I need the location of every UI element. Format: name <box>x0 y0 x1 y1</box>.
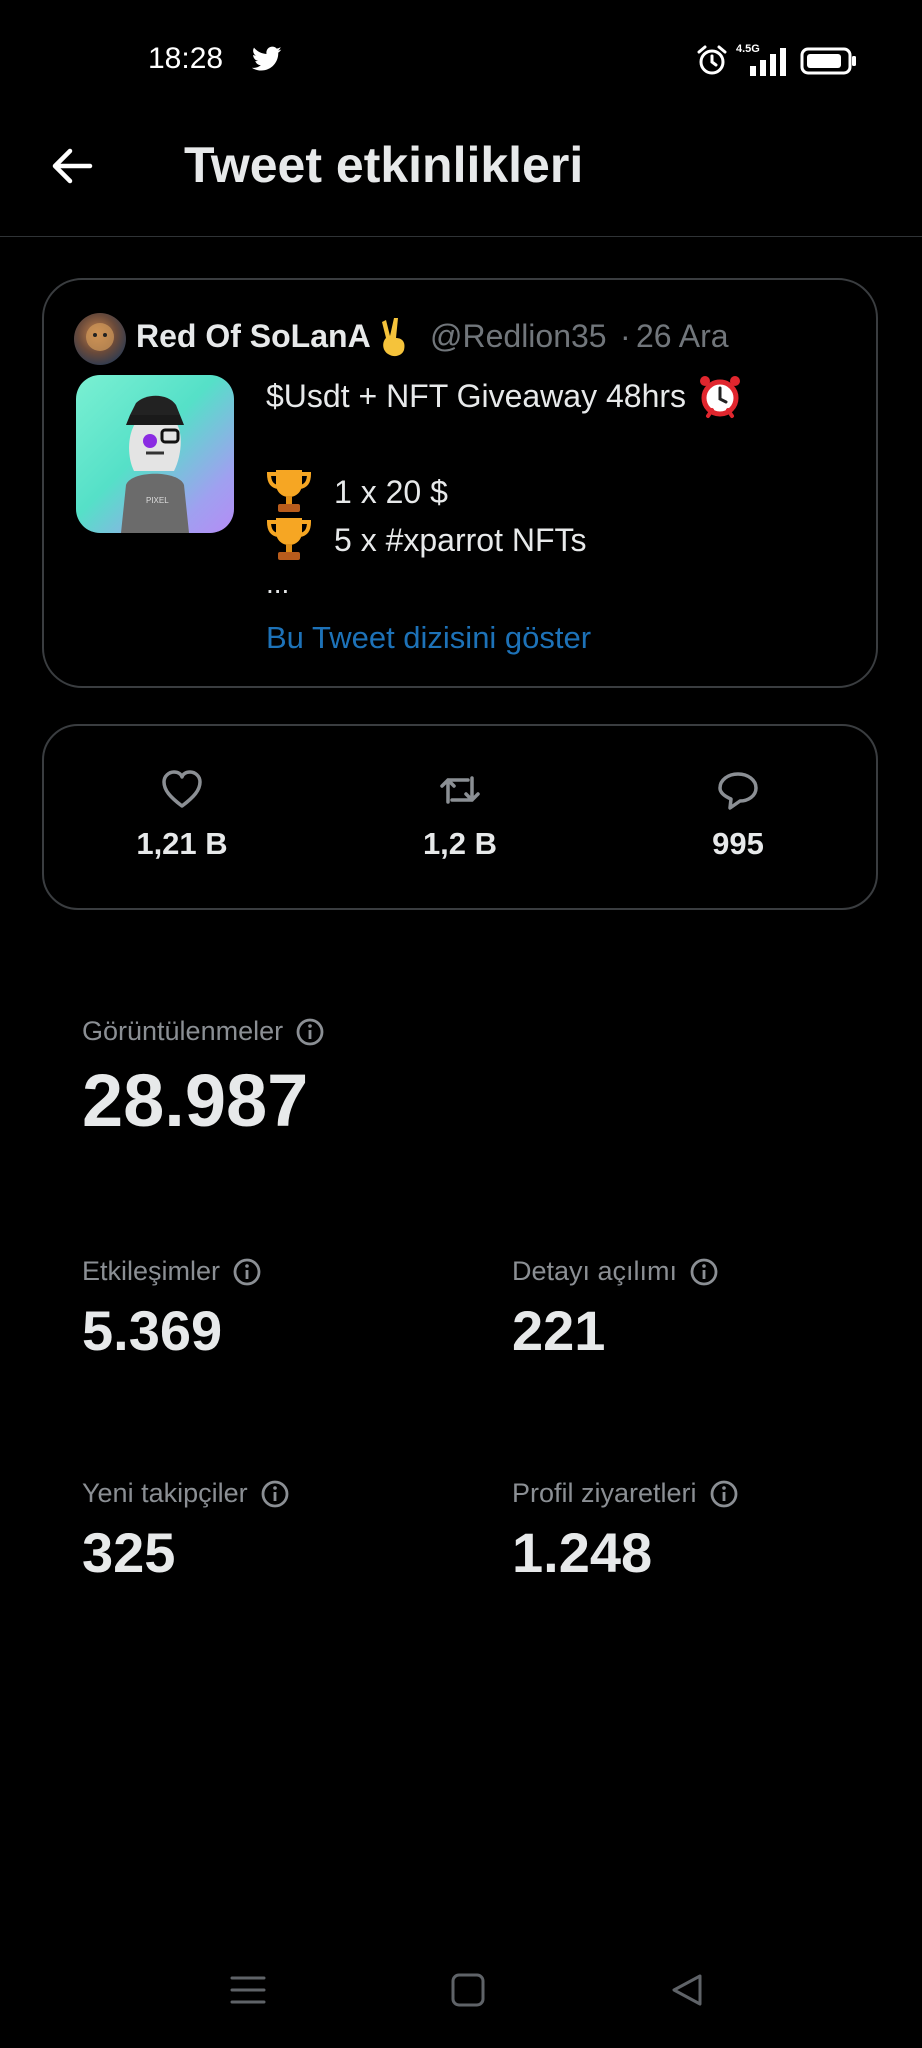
engagements-label-text: Etkileşimler <box>82 1256 221 1286</box>
retweets-stat: 1,2 B <box>370 768 550 862</box>
info-icon[interactable] <box>689 1257 719 1287</box>
back-triangle-icon[interactable] <box>668 1970 708 2010</box>
info-icon[interactable] <box>295 1017 325 1047</box>
info-icon[interactable] <box>232 1257 262 1287</box>
tweet-text-line-2: 1 x 20 $ <box>334 474 448 510</box>
info-icon[interactable] <box>260 1479 290 1509</box>
twitter-icon <box>252 46 282 71</box>
tweet-text-line-1: $Usdt + NFT Giveaway 48hrs <box>266 378 687 414</box>
author-avatar[interactable] <box>74 313 126 365</box>
tweet-media-thumbnail[interactable]: PIXEL <box>76 375 234 533</box>
new-followers-value: 325 <box>82 1521 176 1584</box>
likes-stat: 1,21 B <box>92 768 272 862</box>
separator-dot: · <box>620 318 631 354</box>
menu-icon[interactable] <box>228 1970 268 2010</box>
detail-expands-label: Detayı açılımı <box>512 1256 719 1287</box>
alarm-clock-icon <box>700 376 740 418</box>
new-followers-label: Yeni takipçiler <box>82 1478 290 1509</box>
detail-expands-label-text: Detayı açılımı <box>512 1256 678 1286</box>
views-label: Görüntülenmeler <box>82 1016 325 1047</box>
status-time: 18:28 <box>148 42 224 75</box>
info-icon[interactable] <box>709 1479 739 1509</box>
views-label-text: Görüntülenmeler <box>82 1016 284 1046</box>
detail-expands-value: 221 <box>512 1299 606 1362</box>
back-arrow-icon[interactable] <box>48 142 96 190</box>
profile-visits-label-text: Profil ziyaretleri <box>512 1478 697 1508</box>
author-name[interactable]: Red Of SoLanA <box>136 318 371 355</box>
tweet-text-line-3: 5 x #xparrot NFTs <box>334 522 587 558</box>
header-divider <box>0 236 922 237</box>
alarm-icon <box>697 45 727 75</box>
page-title: Tweet etkinlikleri <box>184 137 584 193</box>
tweet-ellipsis: ... <box>266 568 290 599</box>
signal-icon <box>750 48 786 76</box>
views-value: 28.987 <box>82 1059 309 1142</box>
replies-count: 995 <box>712 826 764 861</box>
profile-visits-label: Profil ziyaretleri <box>512 1478 739 1509</box>
new-followers-label-text: Yeni takipçiler <box>82 1478 248 1508</box>
retweets-count: 1,2 B <box>422 826 498 861</box>
home-square-icon[interactable] <box>448 1970 488 2010</box>
trophy-icon <box>266 518 312 560</box>
retweet-icon <box>440 776 480 804</box>
engagements-label: Etkileşimler <box>82 1256 262 1287</box>
battery-icon <box>800 47 856 75</box>
show-thread-link[interactable]: Bu Tweet dizisini göster <box>266 620 591 656</box>
svg-text:PIXEL: PIXEL <box>146 496 169 505</box>
engagements-value: 5.369 <box>82 1299 223 1362</box>
tweet-date: 26 Ara <box>636 318 729 354</box>
trophy-icon <box>266 470 312 512</box>
author-handle: @Redlion35 <box>430 318 607 354</box>
replies-stat: 995 <box>648 768 828 862</box>
heart-icon <box>162 770 202 808</box>
profile-visits-value: 1.248 <box>512 1521 653 1584</box>
reply-bubble-icon <box>718 772 758 810</box>
likes-count: 1,21 B <box>136 826 228 861</box>
victory-hand-icon <box>382 318 405 357</box>
